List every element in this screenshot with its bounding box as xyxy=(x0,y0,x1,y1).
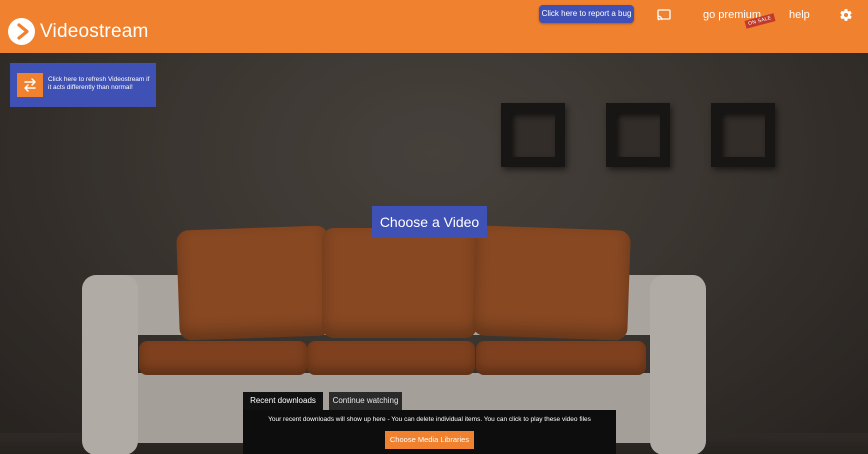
gear-icon[interactable] xyxy=(839,8,853,22)
refresh-notice-text: Click here to refresh Videostream if it … xyxy=(48,76,150,91)
play-logo-icon[interactable] xyxy=(8,18,35,45)
cast-icon[interactable] xyxy=(657,8,671,21)
background-room-image xyxy=(0,53,868,454)
recent-downloads-message: Your recent downloads will show up here … xyxy=(268,416,591,423)
recent-downloads-panel: Your recent downloads will show up here … xyxy=(243,410,616,454)
refresh-notice[interactable]: Click here to refresh Videostream if it … xyxy=(10,63,156,107)
app-name[interactable]: Videostream xyxy=(40,21,149,43)
refresh-arrows-icon[interactable] xyxy=(17,73,43,97)
help-link[interactable]: help xyxy=(789,9,810,21)
choose-video-button[interactable]: Choose a Video xyxy=(372,206,487,238)
tab-continue-watching[interactable]: Continue watching xyxy=(329,392,402,410)
dim-overlay xyxy=(0,53,868,454)
tab-recent-downloads[interactable]: Recent downloads xyxy=(243,392,323,410)
app-header: Videostream Click here to report a bug g… xyxy=(0,0,868,53)
report-bug-button[interactable]: Click here to report a bug xyxy=(539,5,634,23)
choose-media-libraries-button[interactable]: Choose Media Libraries xyxy=(385,431,474,449)
